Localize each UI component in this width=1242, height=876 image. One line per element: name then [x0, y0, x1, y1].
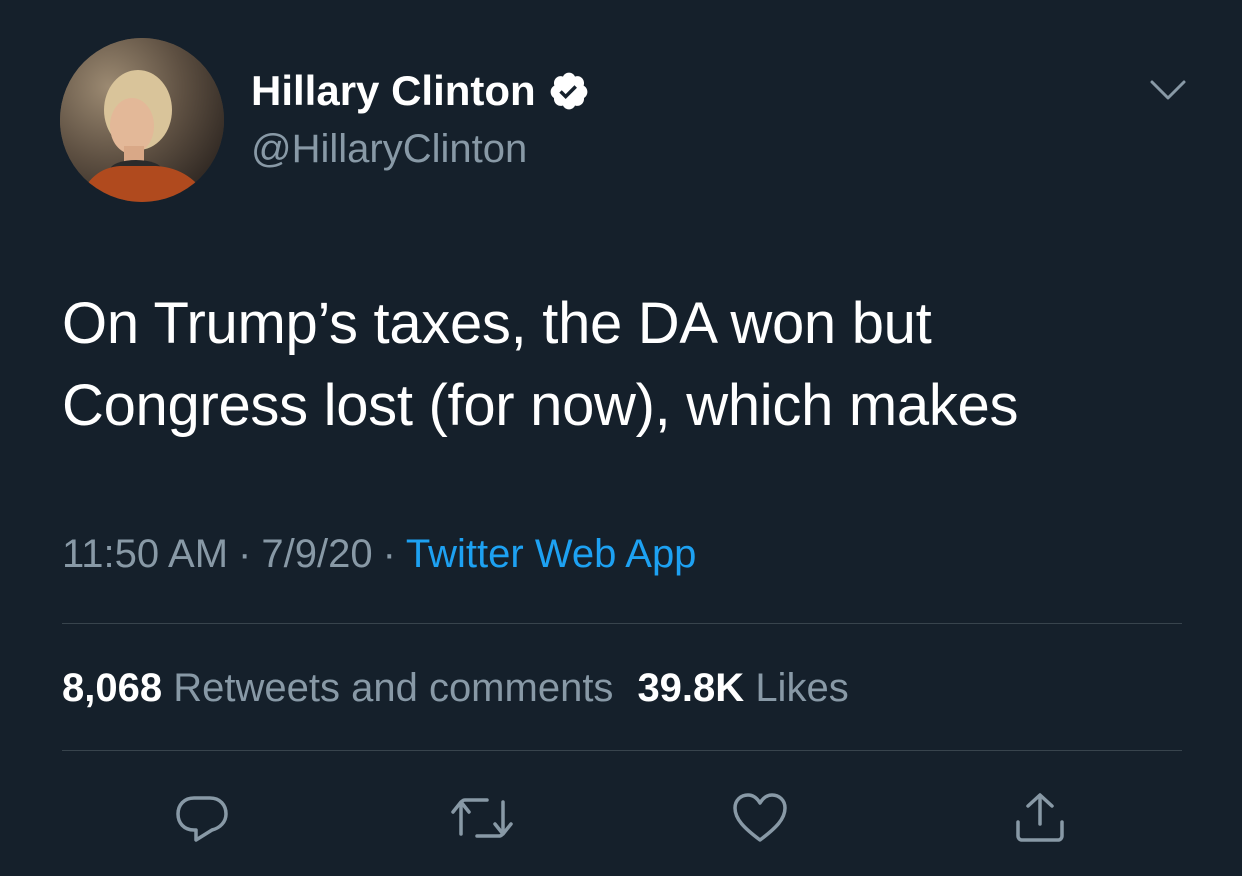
more-options-button[interactable] [1148, 76, 1188, 104]
retweets-count: 8,068 [62, 666, 163, 710]
share-icon [1016, 793, 1064, 842]
tweet-stats: 8,068 Retweets and comments 39.8K Likes [62, 662, 849, 714]
tweet-detail: Hillary Clinton @HillaryClinton On Trump… [0, 0, 1242, 876]
tweet-text: On Trump’s taxes, the DA won but Congres… [62, 291, 1019, 438]
share-button[interactable] [1010, 790, 1070, 846]
tweet-date[interactable]: 7/9/20 [261, 532, 372, 576]
avatar[interactable] [60, 38, 224, 202]
verified-badge-icon [548, 70, 590, 112]
reply-icon [176, 796, 228, 842]
likes-stat[interactable]: 39.8K Likes [637, 666, 848, 710]
divider [62, 623, 1182, 624]
likes-count: 39.8K [637, 666, 745, 710]
meta-separator: · [238, 532, 252, 576]
tweet-source-link[interactable]: Twitter Web App [406, 532, 697, 576]
chevron-down-icon [1150, 80, 1186, 100]
retweets-label: Retweets and comments [173, 666, 614, 710]
like-button[interactable] [730, 790, 790, 846]
divider [62, 750, 1182, 751]
likes-label: Likes [755, 666, 849, 710]
heart-icon [733, 793, 787, 842]
display-name[interactable]: Hillary Clinton [251, 66, 590, 116]
reply-button[interactable] [172, 790, 232, 846]
avatar-portrait [60, 38, 224, 202]
meta-separator: · [382, 532, 396, 576]
retweet-button[interactable] [447, 790, 513, 846]
tweet-time[interactable]: 11:50 AM [62, 532, 228, 576]
display-name-text: Hillary Clinton [251, 67, 536, 114]
retweets-stat[interactable]: 8,068 Retweets and comments [62, 666, 613, 710]
retweet-icon [451, 798, 513, 838]
user-handle[interactable]: @HillaryClinton [251, 124, 527, 174]
tweet-meta: 11:50 AM · 7/9/20 · Twitter Web App [62, 528, 696, 580]
